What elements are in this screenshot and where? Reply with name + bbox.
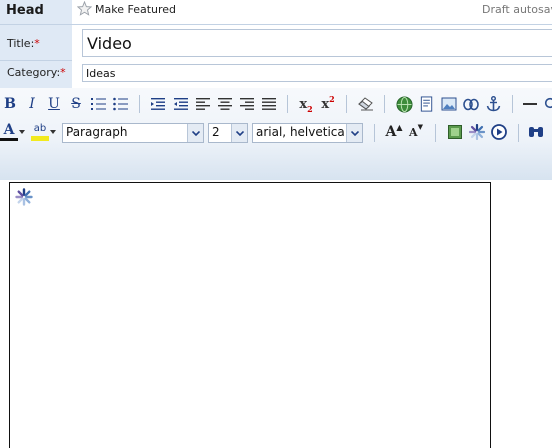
align-right-icon[interactable] xyxy=(237,94,257,114)
editor-content-area[interactable] xyxy=(9,182,491,448)
toolbar-divider xyxy=(287,95,288,113)
toolbar-divider xyxy=(435,124,436,142)
required-marker: * xyxy=(60,66,66,79)
search-icon[interactable] xyxy=(541,94,552,114)
grow-font-button[interactable]: A ▲ xyxy=(384,122,404,142)
unlink-icon[interactable] xyxy=(461,94,481,114)
title-label: Title:* xyxy=(7,37,40,50)
row-separator xyxy=(0,24,552,25)
font-size-select[interactable]: 2 xyxy=(208,123,248,143)
align-left-icon[interactable] xyxy=(193,94,213,114)
row-separator xyxy=(0,60,72,61)
strikethrough-button[interactable]: S xyxy=(66,94,86,114)
image-icon[interactable] xyxy=(439,94,459,114)
indent-icon[interactable] xyxy=(171,94,191,114)
toolbar-divider xyxy=(518,124,519,142)
font-color-swatch xyxy=(0,138,18,141)
media-play-icon[interactable] xyxy=(489,122,509,142)
toolbar-divider xyxy=(139,95,140,113)
category-label: Category:* xyxy=(7,66,66,79)
chevron-down-icon xyxy=(231,124,247,142)
bullet-list-icon[interactable] xyxy=(111,94,131,114)
font-family-select[interactable]: arial, helvetica, s xyxy=(252,123,363,143)
horizontal-rule-icon[interactable] xyxy=(520,94,540,114)
toolbar-divider xyxy=(374,124,375,142)
bold-button[interactable]: B xyxy=(0,94,20,114)
loading-icon[interactable] xyxy=(467,122,487,142)
block-format-select[interactable]: Paragraph xyxy=(62,123,204,143)
outdent-icon[interactable] xyxy=(148,94,168,114)
star-icon[interactable] xyxy=(77,1,92,16)
head-label: Head xyxy=(6,3,44,18)
font-color-button[interactable]: A xyxy=(0,122,26,142)
required-marker: * xyxy=(34,37,40,50)
align-justify-icon[interactable] xyxy=(259,94,279,114)
underline-button[interactable]: U xyxy=(44,94,64,114)
eraser-icon[interactable] xyxy=(356,94,376,114)
highlight-color-button[interactable]: ab xyxy=(31,122,57,142)
anchor-icon[interactable] xyxy=(483,94,503,114)
spinner-icon xyxy=(15,188,33,206)
document-link-icon[interactable] xyxy=(417,94,437,114)
insert-image-icon[interactable] xyxy=(445,122,465,142)
superscript-button[interactable]: x2 xyxy=(318,94,338,114)
find-icon[interactable] xyxy=(527,122,547,142)
highlight-glyph: ab xyxy=(33,123,47,134)
insert-link-icon[interactable] xyxy=(394,94,414,114)
italic-button[interactable]: I xyxy=(22,94,42,114)
toolbar-divider xyxy=(512,95,513,113)
numbered-list-icon[interactable] xyxy=(89,94,109,114)
editor-toolbar: B I U S x 2 x 2 A ab Paragraph 2 arial, … xyxy=(0,88,552,180)
shrink-font-button[interactable]: A ▼ xyxy=(406,122,426,142)
highlight-swatch xyxy=(31,136,49,141)
font-color-glyph: A xyxy=(3,122,15,138)
make-featured-link[interactable]: Make Featured xyxy=(95,3,176,16)
align-center-icon[interactable] xyxy=(215,94,235,114)
toolbar-divider xyxy=(346,95,347,113)
draft-autosave-status: Draft autosave xyxy=(482,3,552,16)
chevron-down-icon xyxy=(346,124,362,142)
subscript-button[interactable]: x2 xyxy=(296,94,316,115)
post-editor: Head Make Featured Draft autosave Title:… xyxy=(0,0,552,448)
category-input[interactable] xyxy=(82,64,552,82)
chevron-down-icon xyxy=(187,124,203,142)
title-input[interactable] xyxy=(82,29,552,57)
toolbar-divider xyxy=(384,95,385,113)
